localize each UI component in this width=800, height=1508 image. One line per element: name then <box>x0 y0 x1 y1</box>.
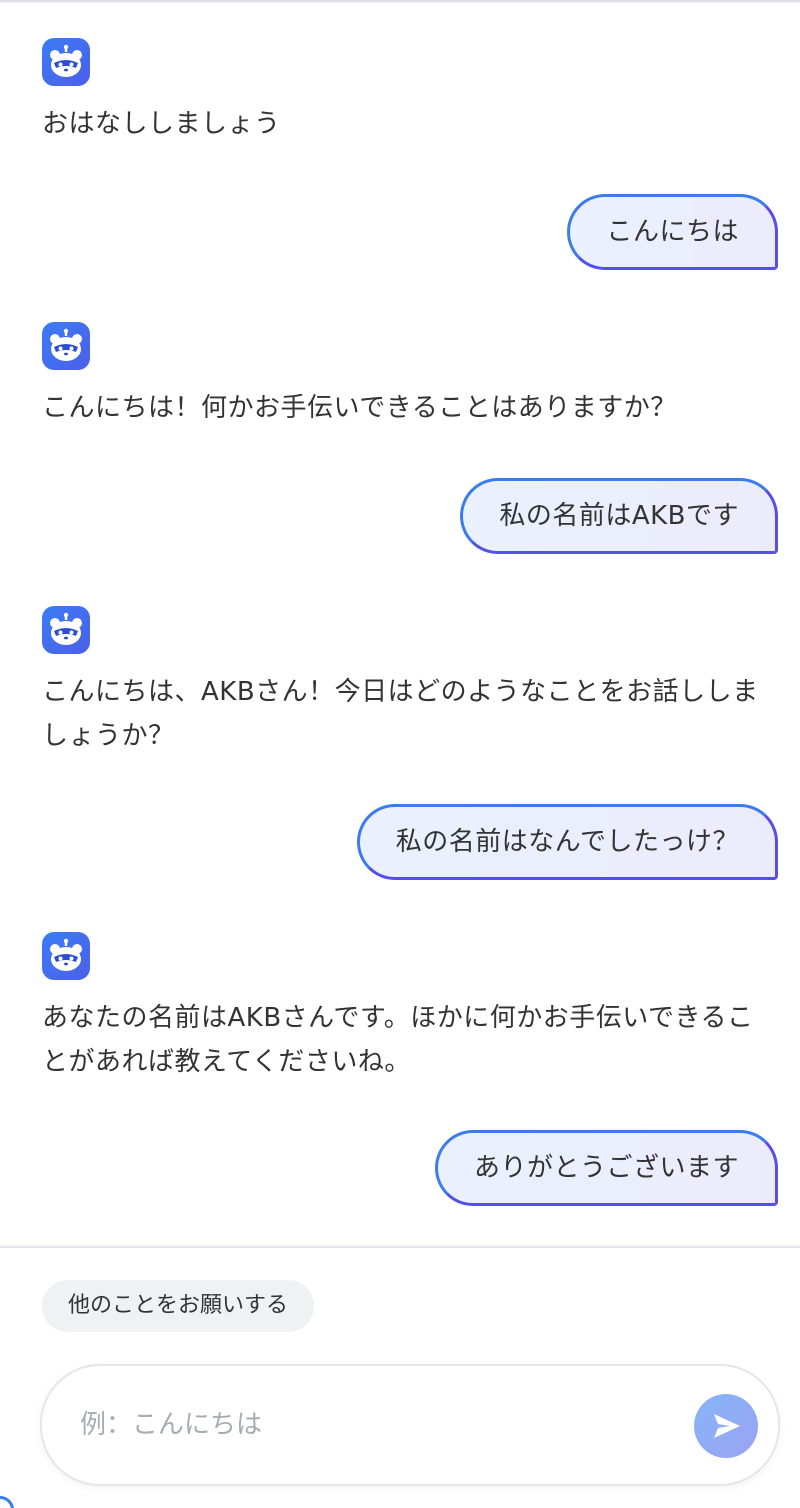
panda-robot-icon <box>42 322 90 370</box>
bot-message: おはなししましょう <box>42 38 772 146</box>
bot-message-text: あなたの名前はAKBさんです。ほかに何かお手伝いできることがあれば教えてください… <box>42 1003 754 1077</box>
message-input-box <box>40 1364 780 1486</box>
bot-message: こんにちは、AKBさん！今日はどのようなことをお話ししましょうか？ <box>42 606 772 758</box>
send-arrow-icon <box>694 1394 758 1458</box>
suggestion-chip[interactable]: 他のことをお願いする <box>42 1280 315 1332</box>
bot-message: こんにちは！何かお手伝いできることはありますか？ <box>42 322 772 430</box>
corner-accent <box>0 1496 14 1508</box>
panda-robot-icon <box>42 932 90 980</box>
panda-robot-icon <box>42 38 90 86</box>
send-button[interactable] <box>694 1394 758 1458</box>
message-input[interactable] <box>78 1396 642 1454</box>
user-message-bubble: こんにちは <box>567 194 778 270</box>
user-message-bubble: 私の名前はなんでしたっけ？ <box>356 804 778 880</box>
user-message-bubble: ありがとうございます <box>434 1130 778 1206</box>
user-message-bubble: 私の名前はAKBです <box>460 478 778 554</box>
composer-panel: 他のことをお願いする <box>0 1246 800 1508</box>
bot-message-text: おはなししましょう <box>42 109 281 139</box>
panda-robot-icon <box>42 606 90 654</box>
bot-message: あなたの名前はAKBさんです。ほかに何かお手伝いできることがあれば教えてください… <box>42 932 772 1084</box>
chat-screen: おはなししましょう こんにちは こんにちは！何かお手伝いできることはありますか？… <box>0 0 800 1508</box>
bot-message-text: こんにちは！何かお手伝いできることはありますか？ <box>42 393 677 423</box>
bot-message-text: こんにちは、AKBさん！今日はどのようなことをお話ししましょうか？ <box>42 677 759 751</box>
message-list[interactable]: おはなししましょう こんにちは こんにちは！何かお手伝いできることはありますか？… <box>0 0 800 1246</box>
